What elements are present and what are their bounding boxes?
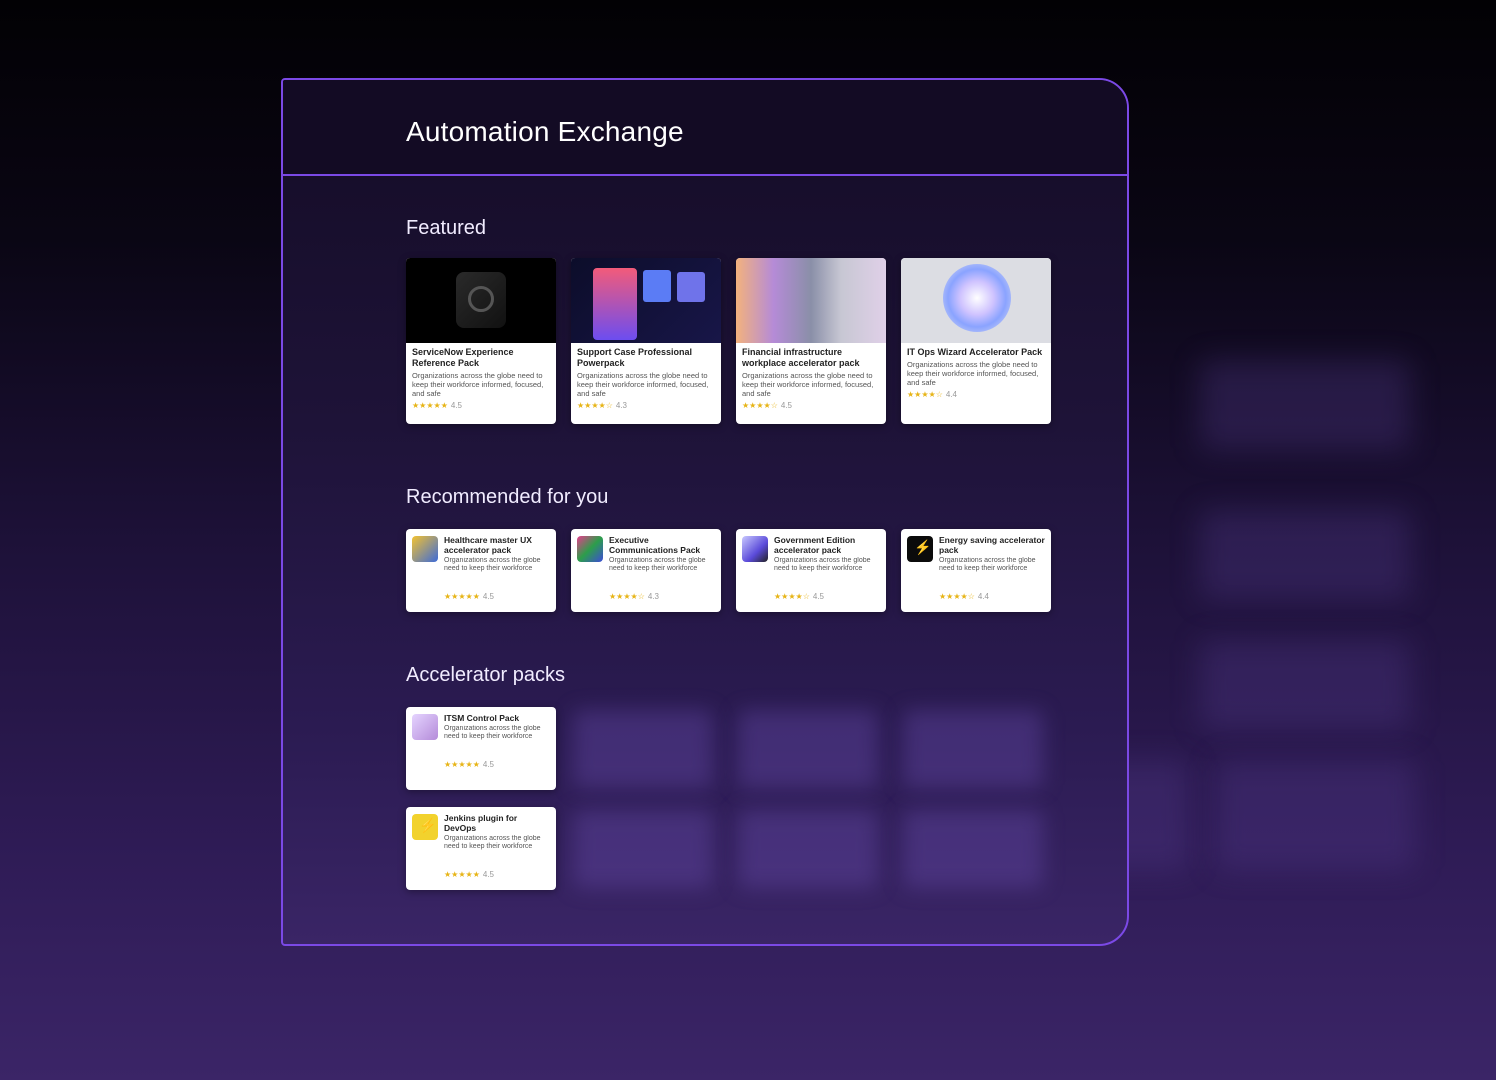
card-description: Organizations across the globe need to k…	[412, 371, 544, 398]
app-icon	[742, 536, 768, 562]
ghost-tile	[1200, 510, 1410, 600]
card-thumbnail	[406, 258, 556, 343]
rating-score: 4.3	[647, 592, 659, 601]
ghost-tile	[1200, 360, 1410, 450]
app-icon	[412, 536, 438, 562]
rating-score: 4.5	[450, 401, 462, 410]
star-rating: ★★★★☆ 4.5	[742, 401, 880, 410]
card-title: Government Edition accelerator pack	[774, 535, 856, 555]
rating-score: 4.4	[945, 390, 957, 399]
stars-icon: ★★★★☆	[577, 401, 613, 410]
page-title: Automation Exchange	[406, 116, 684, 147]
card-description: Organizations across the globe need to k…	[939, 557, 1036, 572]
rating-score: 4.5	[482, 592, 494, 601]
featured-card[interactable]: Support Case Professional Powerpack Orga…	[571, 258, 721, 424]
star-rating: ★★★★☆ 4.3	[609, 592, 715, 601]
stars-icon: ★★★★☆	[907, 390, 943, 399]
card-title: Financial infrastructure workplace accel…	[742, 347, 860, 368]
ghost-tile	[903, 710, 1043, 788]
card-title: Executive Communications Pack	[609, 535, 701, 555]
star-rating: ★★★★☆ 4.4	[939, 592, 1045, 601]
app-icon	[577, 536, 603, 562]
ghost-tile	[573, 710, 713, 788]
lightning-icon	[412, 814, 438, 840]
recommended-card[interactable]: Government Edition accelerator pack Orga…	[736, 529, 886, 612]
featured-card[interactable]: Financial infrastructure workplace accel…	[736, 258, 886, 424]
rating-score: 4.5	[482, 760, 494, 769]
card-title: Healthcare master UX accelerator pack	[444, 535, 532, 555]
star-rating: ★★★★☆ 4.3	[577, 401, 715, 410]
star-rating: ★★★★★ 4.5	[412, 401, 550, 410]
star-rating: ★★★★★ 4.5	[444, 870, 550, 879]
star-rating: ★★★★★ 4.5	[444, 760, 550, 769]
star-rating: ★★★★★ 4.5	[444, 592, 550, 601]
card-title: IT Ops Wizard Accelerator Pack	[907, 347, 1043, 357]
lightning-icon	[907, 536, 933, 562]
card-description: Organizations across the globe need to k…	[444, 725, 541, 740]
accelerator-card[interactable]: ITSM Control Pack Organizations across t…	[406, 707, 556, 790]
ghost-tile	[903, 810, 1043, 888]
ghost-tile	[573, 810, 713, 888]
app-logo-icon	[456, 272, 506, 328]
section-title-recommended: Recommended for you	[406, 486, 609, 508]
recommended-card[interactable]: Executive Communications Pack Organizati…	[571, 529, 721, 612]
ghost-tile	[1200, 640, 1410, 730]
featured-card[interactable]: ServiceNow Experience Reference Pack Org…	[406, 258, 556, 424]
stars-icon: ★★★★☆	[742, 401, 778, 410]
section-title-featured: Featured	[406, 217, 487, 239]
stars-icon: ★★★★☆	[774, 592, 810, 601]
rating-score: 4.5	[482, 870, 494, 879]
card-title: Support Case Professional Powerpack	[577, 347, 693, 368]
ghost-tile	[738, 810, 878, 888]
featured-card[interactable]: IT Ops Wizard Accelerator Pack Organizat…	[901, 258, 1051, 424]
stars-icon: ★★★★★	[444, 760, 480, 769]
star-rating: ★★★★☆ 4.4	[907, 390, 1045, 399]
card-title: ServiceNow Experience Reference Pack	[412, 347, 514, 368]
card-description: Organizations across the globe need to k…	[774, 557, 871, 572]
card-description: Organizations across the globe need to k…	[444, 835, 541, 850]
stars-icon: ★★★★☆	[939, 592, 975, 601]
stars-icon: ★★★★★	[444, 592, 480, 601]
card-thumbnail	[571, 258, 721, 343]
card-thumbnail	[736, 258, 886, 343]
rating-score: 4.3	[615, 401, 627, 410]
stars-icon: ★★★★☆	[609, 592, 645, 601]
rating-score: 4.5	[780, 401, 792, 410]
card-description: Organizations across the globe need to k…	[444, 557, 541, 572]
star-rating: ★★★★☆ 4.5	[774, 592, 880, 601]
card-description: Organizations across the globe need to k…	[609, 557, 706, 572]
section-title-accelerator: Accelerator packs	[406, 664, 565, 686]
card-description: Organizations across the globe need to k…	[577, 371, 709, 398]
panel-header: Automation Exchange	[283, 80, 1127, 176]
ghost-tile	[1215, 760, 1415, 870]
ghost-tile	[738, 710, 878, 788]
orb-graphic	[943, 264, 1011, 332]
card-title: Jenkins plugin for DevOps	[444, 813, 518, 833]
card-description: Organizations across the globe need to k…	[742, 371, 874, 398]
rating-score: 4.5	[812, 592, 824, 601]
card-title: ITSM Control Pack	[444, 713, 520, 723]
accelerator-card[interactable]: Jenkins plugin for DevOps Organizations …	[406, 807, 556, 890]
app-icon	[412, 714, 438, 740]
stars-icon: ★★★★★	[412, 401, 448, 410]
stars-icon: ★★★★★	[444, 870, 480, 879]
card-description: Organizations across the globe need to k…	[907, 360, 1039, 387]
card-title: Energy saving accelerator pack	[939, 535, 1045, 555]
card-thumbnail	[901, 258, 1051, 343]
rating-score: 4.4	[977, 592, 989, 601]
recommended-card[interactable]: Healthcare master UX accelerator pack Or…	[406, 529, 556, 612]
recommended-card[interactable]: Energy saving accelerator pack Organizat…	[901, 529, 1051, 612]
exchange-panel: Automation Exchange Featured ServiceNow …	[281, 78, 1129, 946]
